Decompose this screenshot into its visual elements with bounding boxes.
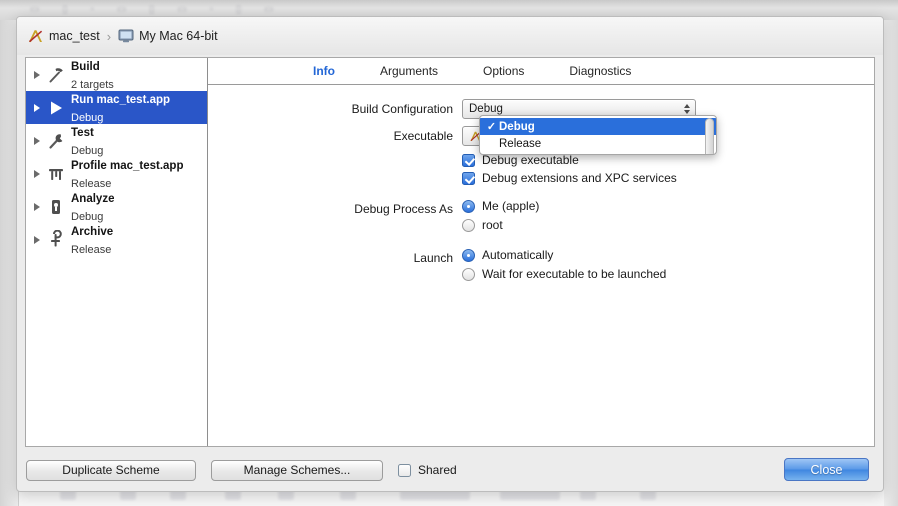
close-button[interactable]: Close [784,458,869,481]
build-configuration-menu[interactable]: ✓ Debug Release [479,115,717,155]
debug-process-as-label: Debug Process As [354,202,453,216]
launch-automatically-radio[interactable] [462,248,475,262]
debug-process-as-me-row[interactable]: Me (apple) [462,199,539,213]
menu-item-label: Debug [499,120,535,133]
disclosure-triangle-icon[interactable] [30,68,43,81]
sidebar-item-subtitle: Debug [71,111,104,124]
sidebar-item-title: Run mac_test.app [71,94,171,107]
tab-diagnostics[interactable]: Diagnostics [569,64,631,78]
debug-extensions-label: Debug extensions and XPC services [482,171,677,185]
executable-label: Executable [393,129,453,143]
breadcrumb-project[interactable]: mac_test [27,28,100,45]
xcode-project-icon [27,28,44,45]
sidebar-item-title: Archive [71,226,114,239]
scheme-editor-body: Build 2 targets Run mac_test.app Debug T… [25,57,875,447]
disclosure-triangle-icon[interactable] [30,134,43,147]
sidebar-item-subtitle: Release [71,243,112,256]
sheet-bottom-bar: Duplicate Scheme Manage Schemes... Share… [17,449,883,491]
breadcrumb-project-label: mac_test [49,29,100,43]
tab-options[interactable]: Options [483,64,524,78]
sidebar-item-title: Profile mac_test.app [71,160,184,173]
sidebar-item-archive[interactable]: Archive Release [26,223,207,256]
gauge-icon [45,163,67,185]
sidebar-item-subtitle: Release [71,177,112,190]
menu-item-label: Release [499,137,542,150]
breadcrumb-destination[interactable]: My Mac 64-bit [118,29,218,43]
debug-extensions-checkbox[interactable] [462,171,475,185]
disclosure-triangle-icon[interactable] [30,167,43,180]
scheme-action-list: Build 2 targets Run mac_test.app Debug T… [26,58,208,446]
debug-executable-checkbox-row[interactable]: Debug executable [462,153,677,167]
launch-wait-radio[interactable] [462,267,475,281]
spacer-label [208,153,462,156]
debug-process-as-root-label: root [482,218,503,232]
checkmark-icon: ✓ [486,121,497,133]
disclosure-triangle-icon[interactable] [30,200,43,213]
background-toolbar-text: ▭ ▯ ▫ ▭ ▯ ▭ ▫ ▯ ▭ [30,4,284,15]
debug-process-as-row: Debug Process As Me (apple) root [208,199,874,237]
duplicate-scheme-button[interactable]: Duplicate Scheme [26,459,196,481]
launch-label: Launch [413,251,453,265]
breadcrumb-destination-label: My Mac 64-bit [139,29,218,43]
hammer-icon [45,64,67,86]
launch-row: Launch Automatically Wait for executable… [208,248,874,286]
debug-executable-row: Debug executable Debug extensions and XP… [208,153,874,189]
popup-arrows-icon [683,103,691,115]
breadcrumb-separator: › [106,28,112,44]
monitor-icon [118,29,134,43]
tab-info[interactable]: Info [313,64,335,78]
tab-bar: Info Arguments Options Diagnostics [208,58,874,85]
debug-process-as-root-row[interactable]: root [462,218,539,232]
manage-schemes-button[interactable]: Manage Schemes... [211,459,383,481]
build-configuration-value: Debug [469,103,503,115]
debug-executable-checkbox[interactable] [462,153,475,167]
play-icon [45,97,67,119]
archive-icon [45,229,67,251]
shared-checkbox[interactable] [398,463,411,477]
debug-process-as-me-radio[interactable] [462,199,475,213]
menu-item-release[interactable]: Release [480,135,716,152]
scheme-editor-sheet: mac_test › My Mac 64-bit Build 2 targets… [16,16,884,492]
menu-scrollbar-thumb[interactable] [705,118,714,154]
sidebar-item-profile[interactable]: Profile mac_test.app Release [26,157,207,190]
launch-automatically-label: Automatically [482,248,554,262]
shared-checkbox-row[interactable]: Shared [398,463,457,477]
disclosure-triangle-icon[interactable] [30,233,43,246]
sidebar-item-subtitle: Debug [71,210,104,223]
sidebar-item-title: Analyze [71,193,115,206]
sidebar-item-title: Test [71,127,94,140]
background-right-gutter [884,20,898,506]
microscope-icon [45,196,67,218]
disclosure-triangle-icon[interactable] [30,101,43,114]
wrench-icon [45,130,67,152]
sidebar-item-subtitle: Debug [71,144,104,157]
sidebar-item-build[interactable]: Build 2 targets [26,58,207,91]
launch-wait-row[interactable]: Wait for executable to be launched [462,267,666,281]
breadcrumb: mac_test › My Mac 64-bit [17,17,883,55]
debug-extensions-checkbox-row[interactable]: Debug extensions and XPC services [462,171,677,185]
sidebar-item-subtitle: 2 targets [71,78,114,91]
sidebar-item-test[interactable]: Test Debug [26,124,207,157]
debug-executable-label: Debug executable [482,153,579,167]
launch-wait-label: Wait for executable to be launched [482,267,667,281]
sidebar-item-title: Build [71,61,100,74]
sidebar-item-run[interactable]: Run mac_test.app Debug [26,91,207,124]
tab-arguments[interactable]: Arguments [380,64,438,78]
sidebar-item-analyze[interactable]: Analyze Debug [26,190,207,223]
shared-label: Shared [418,463,457,477]
debug-process-as-me-label: Me (apple) [482,199,540,213]
build-configuration-label: Build Configuration [351,102,453,116]
menu-item-debug[interactable]: ✓ Debug [480,118,716,135]
debug-process-as-root-radio[interactable] [462,218,475,232]
launch-automatically-row[interactable]: Automatically [462,248,666,262]
